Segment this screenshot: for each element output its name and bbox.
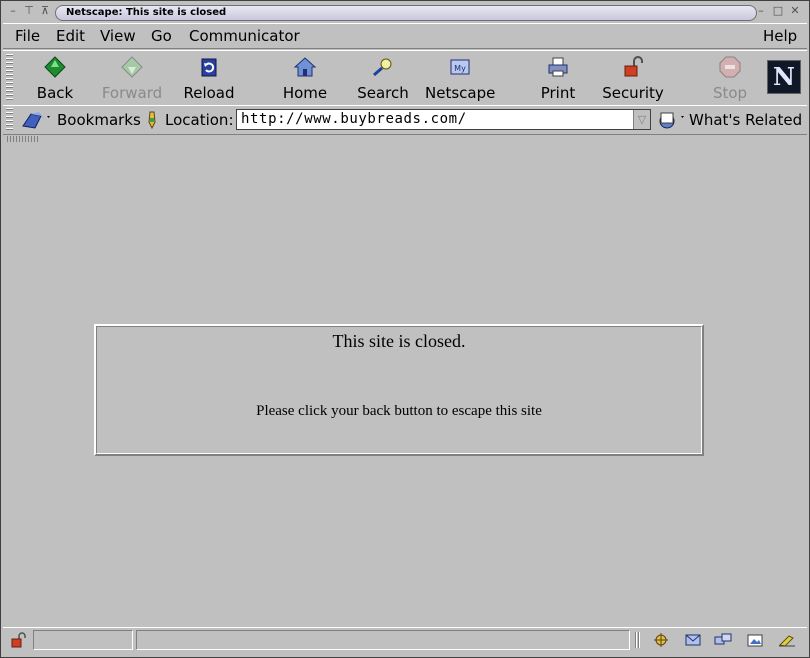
location-toolbar: Bookmarks Location: http://www.buybreads…: [3, 105, 807, 135]
menu-file[interactable]: File: [15, 27, 40, 45]
mail-icon[interactable]: [683, 632, 703, 648]
reload-label: Reload: [183, 84, 235, 102]
window-menu-icon[interactable]: –: [7, 5, 19, 17]
home-label: Home: [282, 84, 328, 102]
url-text: http://www.buybreads.com/: [241, 111, 467, 127]
url-input[interactable]: http://www.buybreads.com/ ▽: [236, 109, 651, 130]
forward-label: Forward: [101, 84, 163, 102]
window-title: Netscape: This site is closed: [66, 7, 227, 18]
toolbar-collapse-tab[interactable]: [7, 136, 39, 142]
back-arrow-icon: [44, 56, 66, 78]
back-label: Back: [36, 84, 74, 102]
bookmarks-icon[interactable]: [21, 110, 51, 130]
forward-arrow-icon: [121, 56, 143, 78]
menu-view[interactable]: View: [100, 27, 136, 45]
reload-icon: [201, 58, 217, 77]
stop-icon: [719, 56, 741, 78]
open-lock-icon: [624, 56, 643, 77]
bookmarks-button[interactable]: Bookmarks: [57, 111, 141, 129]
navigation-toolbar: Back Forward Reload Home Search My Netsc…: [3, 50, 807, 106]
status-bar: [3, 627, 807, 654]
search-icon: [373, 58, 392, 77]
pin-icon[interactable]: ⊤: [23, 5, 35, 17]
stop-label: Stop: [712, 84, 748, 102]
status-text-cell: [136, 630, 630, 650]
browser-window: – ⊤ ⊼ Netscape: This site is closed – □ …: [0, 0, 810, 658]
menu-bar: File Edit View Go Communicator Help: [3, 23, 807, 49]
whats-related-icon[interactable]: [657, 110, 687, 130]
closed-notice-box: This site is closed. Please click your b…: [94, 324, 704, 456]
discussions-icon[interactable]: [713, 632, 733, 648]
print-button[interactable]: Print: [523, 53, 593, 103]
location-label: Location:: [165, 111, 234, 129]
menu-communicator[interactable]: Communicator: [189, 27, 300, 45]
security-button[interactable]: Security: [598, 53, 668, 103]
print-label: Print: [540, 84, 576, 102]
url-dropdown-icon[interactable]: ▽: [633, 110, 650, 129]
closed-heading: This site is closed.: [332, 331, 466, 351]
reload-button[interactable]: Reload: [174, 53, 244, 103]
menu-help[interactable]: Help: [763, 27, 797, 45]
title-pill: Netscape: This site is closed: [55, 5, 757, 21]
menu-edit[interactable]: Edit: [56, 27, 85, 45]
netscape-label: Netscape: [425, 84, 496, 102]
svg-text:My: My: [454, 64, 466, 73]
title-bar: – ⊤ ⊼ Netscape: This site is closed – □ …: [1, 1, 809, 23]
search-button[interactable]: Search: [348, 53, 418, 103]
closed-message: Please click your back button to escape …: [256, 403, 542, 419]
minimize-icon[interactable]: –: [755, 5, 767, 17]
toolbar-grip[interactable]: [6, 54, 13, 102]
my-netscape-icon: My: [450, 59, 470, 75]
back-button[interactable]: Back: [20, 53, 90, 103]
navigator-icon[interactable]: [651, 632, 671, 648]
page-content: This site is closed. Please click your b…: [3, 143, 807, 623]
home-button[interactable]: Home: [270, 53, 340, 103]
component-bar-grip[interactable]: [635, 632, 641, 648]
progress-cell: [33, 630, 133, 650]
menu-go[interactable]: Go: [151, 27, 172, 45]
netscape-button[interactable]: My Netscape: [425, 53, 495, 103]
home-icon: [293, 57, 317, 77]
security-label: Security: [602, 84, 664, 102]
forward-button[interactable]: Forward: [97, 53, 167, 103]
maximize-icon[interactable]: □: [772, 5, 784, 17]
whats-related-button[interactable]: What's Related: [689, 111, 802, 129]
stop-button[interactable]: Stop: [695, 53, 765, 103]
netscape-logo[interactable]: N: [767, 60, 801, 94]
printer-icon: [548, 57, 568, 77]
close-icon[interactable]: ✕: [789, 5, 801, 17]
location-pin-icon[interactable]: [144, 110, 160, 130]
status-lock-icon[interactable]: [9, 632, 29, 648]
location-grip[interactable]: [6, 108, 13, 132]
search-label: Search: [357, 84, 409, 102]
aim-icon[interactable]: [777, 632, 797, 648]
composer-icon[interactable]: [745, 632, 765, 648]
raise-icon[interactable]: ⊼: [39, 5, 51, 17]
